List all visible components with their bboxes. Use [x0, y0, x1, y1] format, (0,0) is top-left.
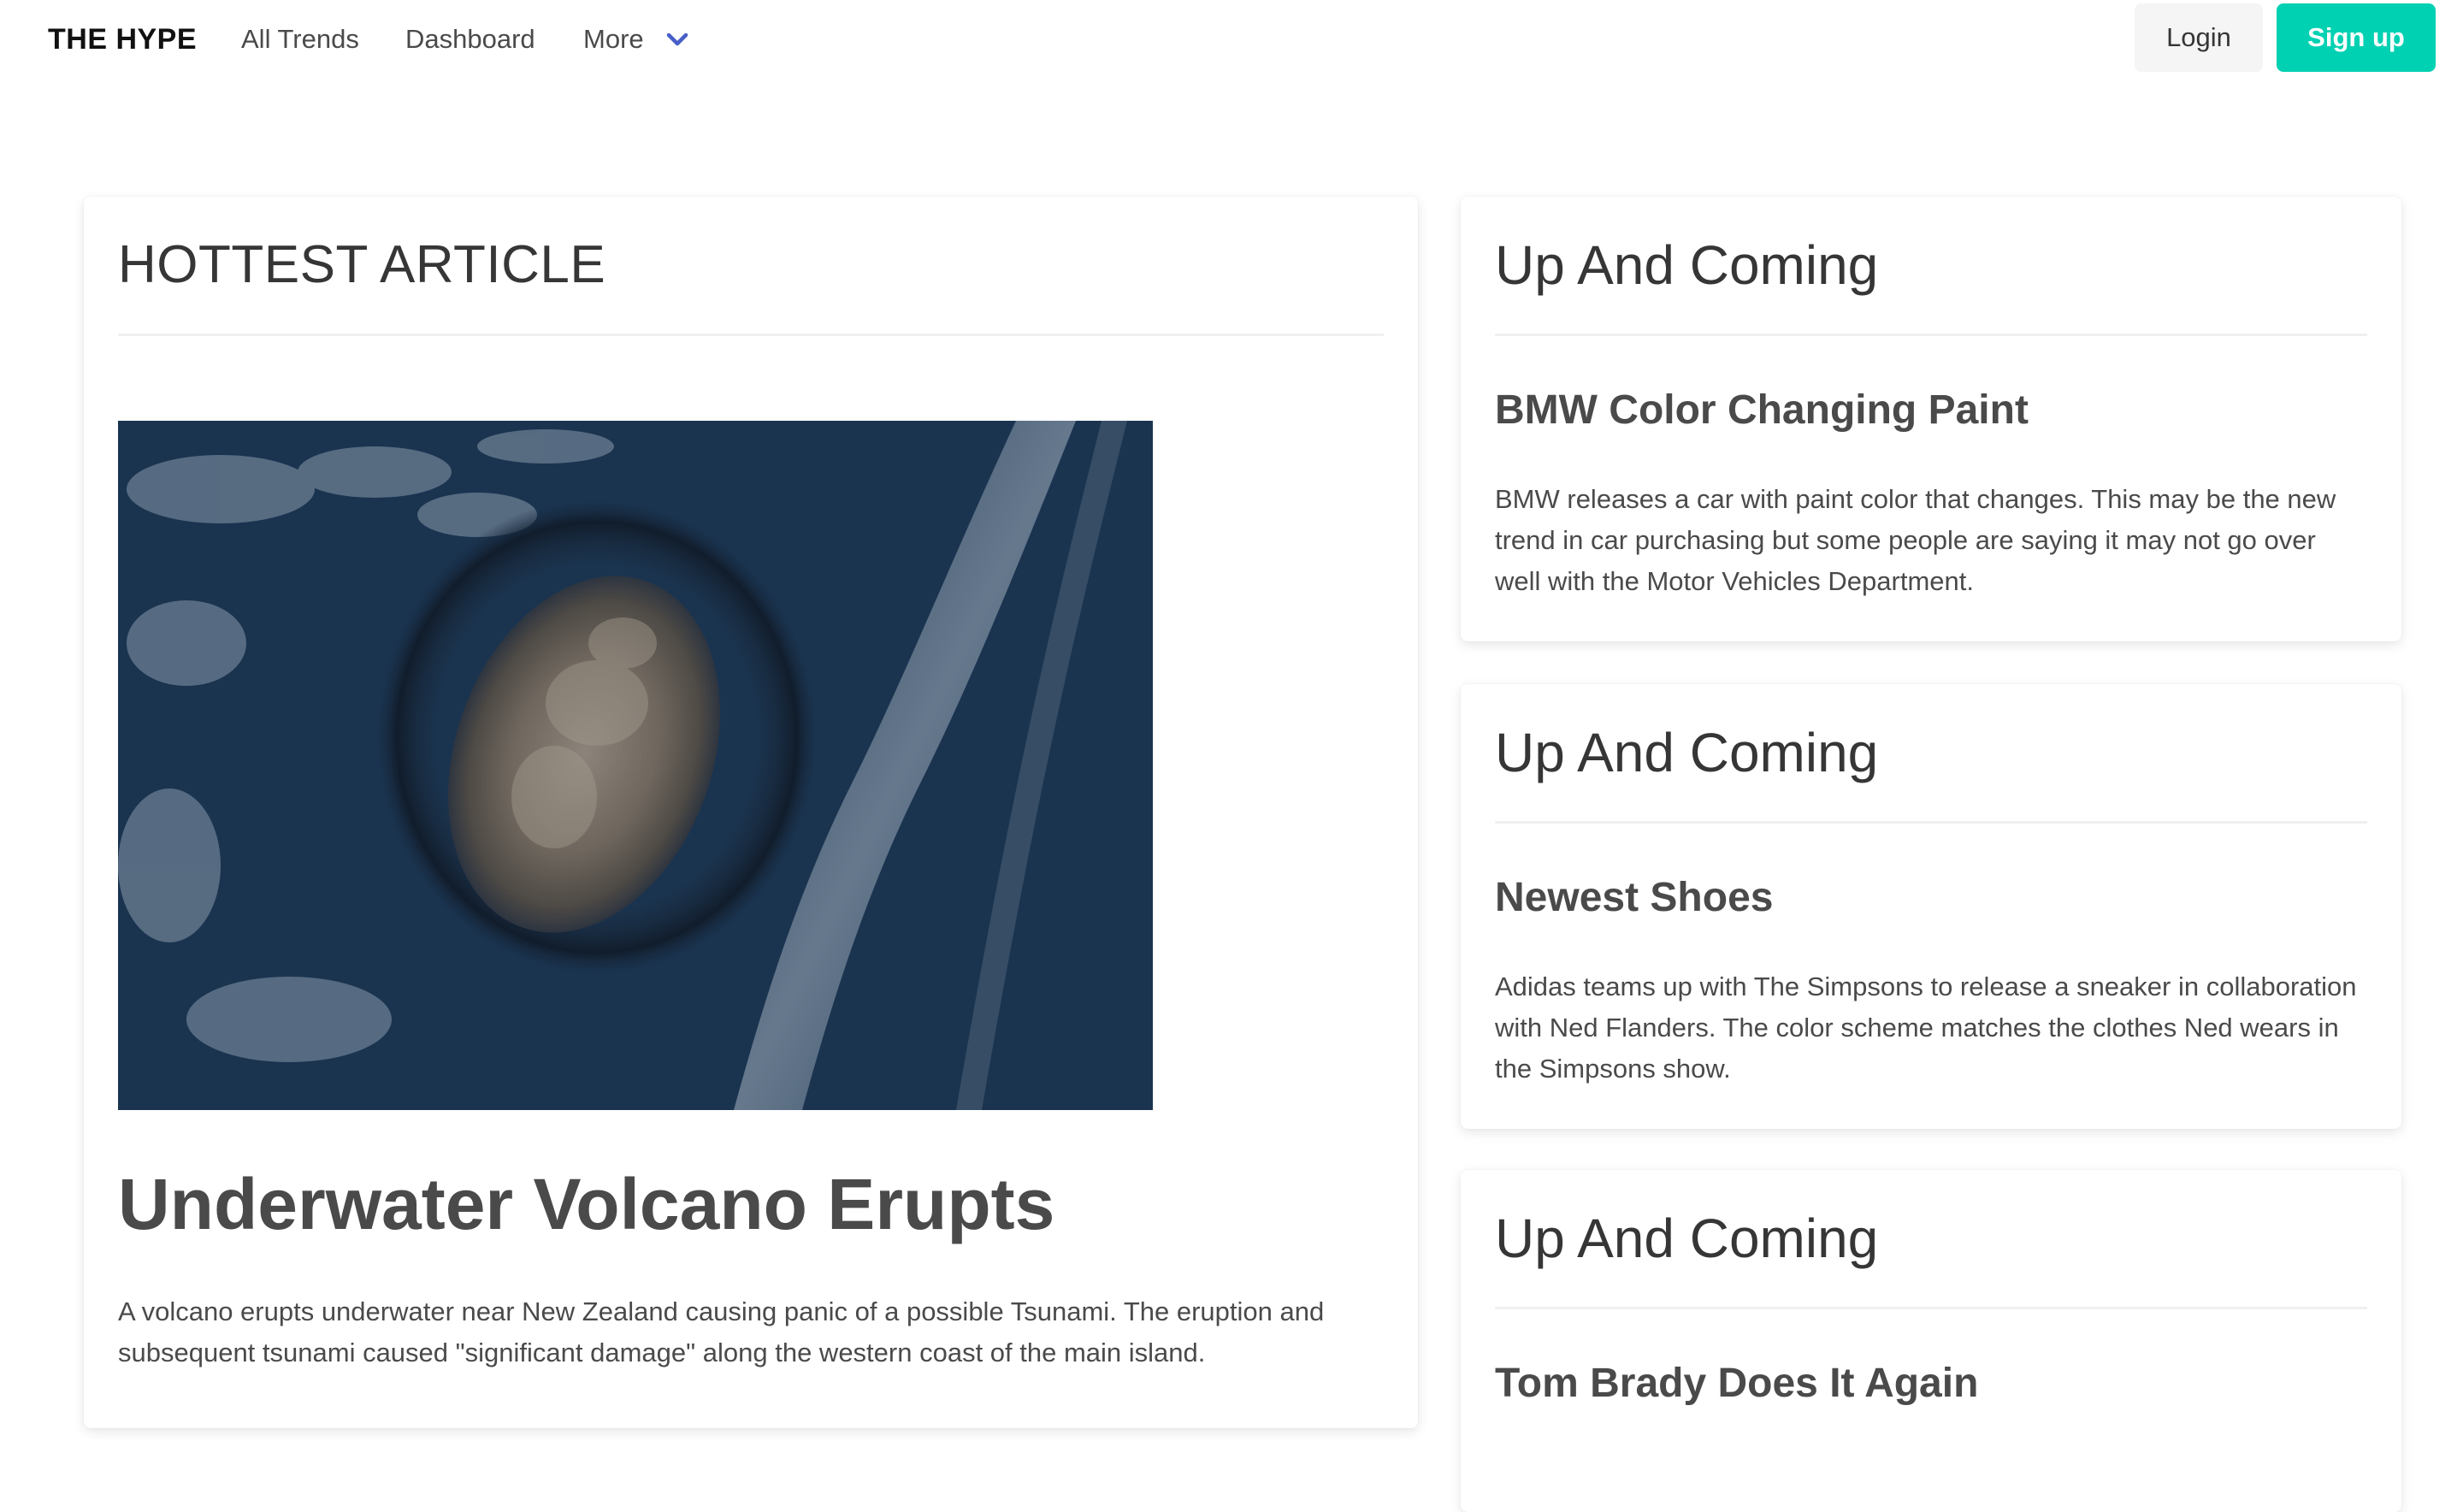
trend-title[interactable]: BMW Color Changing Paint [1495, 383, 2029, 438]
card-divider [1495, 821, 2367, 824]
login-button[interactable]: Login [2135, 3, 2263, 72]
trend-title[interactable]: Newest Shoes [1495, 871, 1773, 925]
card-divider [1495, 1307, 2367, 1309]
trend-description: BMW releases a car with paint color that… [1495, 484, 2336, 596]
hottest-article-card: HOTTEST ARTICLE Underwater Volcano Erupt… [84, 197, 1418, 1428]
card-divider [1495, 334, 2367, 336]
article-title[interactable]: Underwater Volcano Erupts [118, 1160, 1054, 1249]
card-heading: Up And Coming [1495, 234, 1879, 296]
card-heading: Up And Coming [1495, 722, 1879, 783]
signup-button[interactable]: Sign up [2277, 3, 2436, 72]
top-navbar: THE HYPE All Trends Dashboard More Login… [0, 0, 2463, 79]
brand-logo[interactable]: THE HYPE [48, 19, 197, 60]
trend-description: Adidas teams up with The Simpsons to rel… [1495, 972, 2357, 1084]
up-and-coming-card: Up And Coming BMW Color Changing Paint B… [1461, 197, 2401, 641]
card-divider [118, 334, 1384, 336]
card-heading: Up And Coming [1495, 1208, 1879, 1269]
hottest-article-heading: HOTTEST ARTICLE [118, 235, 606, 294]
nav-all-trends[interactable]: All Trends [241, 19, 359, 60]
article-summary: A volcano erupts underwater near New Zea… [118, 1296, 1325, 1367]
volcano-image [118, 421, 1153, 1110]
nav-more[interactable]: More [583, 19, 644, 60]
trend-title[interactable]: Tom Brady Does It Again [1495, 1356, 1978, 1411]
chevron-down-icon[interactable] [660, 26, 694, 53]
nav-dashboard[interactable]: Dashboard [405, 19, 535, 60]
up-and-coming-card: Up And Coming Tom Brady Does It Again [1461, 1170, 2401, 1512]
up-and-coming-card: Up And Coming Newest Shoes Adidas teams … [1461, 684, 2401, 1129]
